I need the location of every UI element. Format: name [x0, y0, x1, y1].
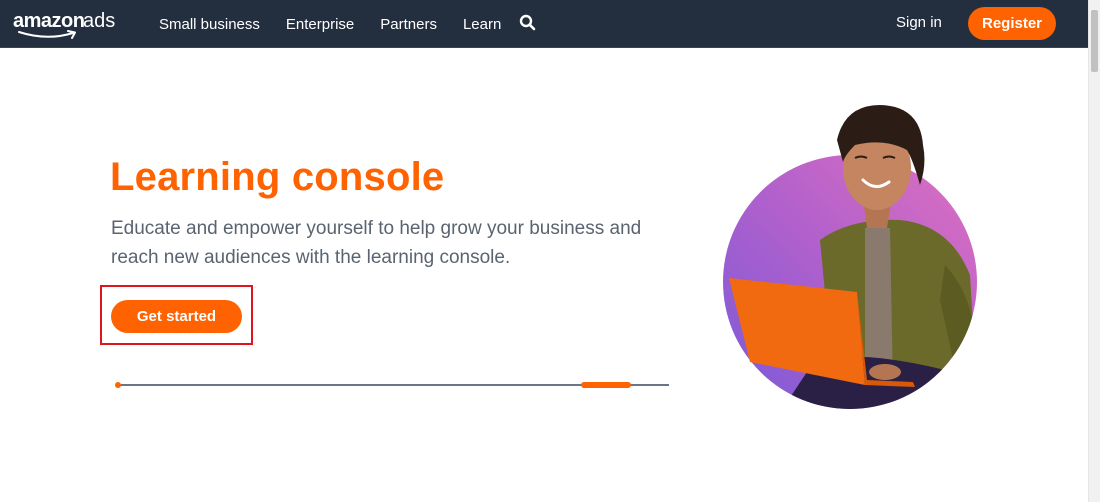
- get-started-button[interactable]: Get started: [111, 300, 242, 333]
- top-navbar: amazon ads Small business Enterprise Par…: [0, 0, 1088, 48]
- logo-product-text: ads: [83, 10, 116, 32]
- nav-link-small-business[interactable]: Small business: [159, 16, 260, 33]
- carousel-progress-start-dot: [115, 382, 121, 388]
- hero-image: [723, 105, 977, 409]
- search-icon: [519, 14, 536, 31]
- nav-link-partners[interactable]: Partners: [380, 16, 437, 33]
- hero-title: Learning console: [110, 155, 445, 199]
- sign-in-link[interactable]: Sign in: [896, 14, 942, 31]
- search-button[interactable]: [519, 14, 537, 32]
- carousel-progress-thumb[interactable]: [581, 382, 631, 388]
- amazon-ads-logo[interactable]: amazon ads: [13, 8, 123, 40]
- nav-link-enterprise[interactable]: Enterprise: [286, 16, 354, 33]
- page: amazon ads Small business Enterprise Par…: [0, 0, 1100, 502]
- main-nav: Small business Enterprise Partners Learn: [159, 0, 527, 48]
- amazon-smile-icon: [18, 30, 76, 39]
- page-scrollbar[interactable]: [1088, 0, 1100, 502]
- hero-description: Educate and empower yourself to help gro…: [111, 218, 642, 268]
- register-button[interactable]: Register: [968, 7, 1056, 40]
- carousel-progress-slider[interactable]: [115, 379, 673, 391]
- nav-link-learn[interactable]: Learn: [463, 16, 501, 33]
- scrollbar-thumb[interactable]: [1091, 10, 1098, 72]
